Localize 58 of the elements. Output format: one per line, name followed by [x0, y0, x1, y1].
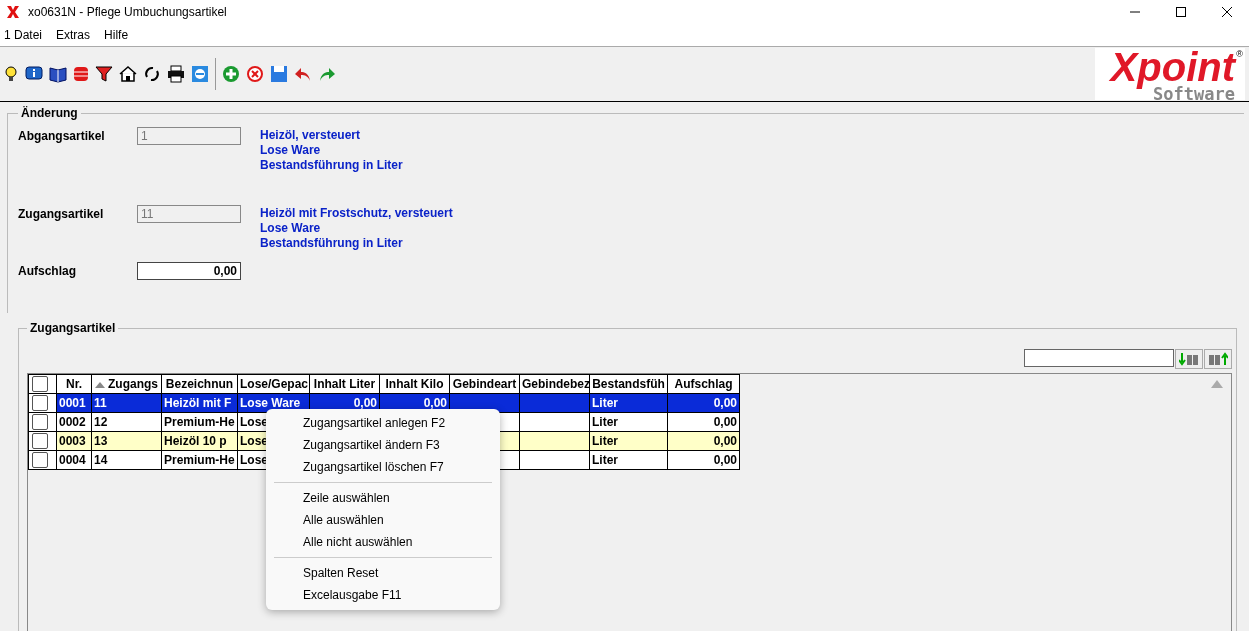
checkbox[interactable] [32, 452, 48, 468]
redo-icon[interactable] [318, 65, 336, 83]
column-header[interactable]: Gebindeart [449, 374, 520, 394]
info-icon[interactable] [25, 65, 43, 83]
menu-item[interactable]: Alle auswählen [266, 509, 500, 531]
group-title: Änderung [20, 106, 79, 120]
field-label: Aufschlag [18, 263, 77, 278]
menu-item[interactable]: Alle nicht auswählen [266, 531, 500, 553]
home-icon[interactable] [119, 65, 137, 83]
company-logo: Xpoint® Software [1095, 48, 1245, 100]
info-text: Heizöl, versteuert [260, 128, 362, 143]
checkbox[interactable] [32, 433, 48, 449]
menu-item[interactable]: Excelausgabe F11 [266, 584, 500, 606]
checkbox[interactable] [32, 376, 48, 392]
close-icon[interactable] [1221, 6, 1233, 18]
book-icon[interactable] [49, 65, 67, 83]
column-header[interactable]: Zugangs [91, 374, 162, 394]
delete-icon[interactable] [246, 65, 264, 83]
info-text: Lose Ware [260, 221, 322, 236]
save-icon[interactable] [270, 65, 288, 83]
column-header[interactable]: Lose/Gepac [237, 374, 310, 394]
group-title: Zugangsartikel [29, 321, 117, 335]
column-header[interactable]: Bestandsfüh [589, 374, 668, 394]
search-down-button[interactable] [1175, 349, 1203, 369]
table-row[interactable]: 0001 11 Heizöl mit F Lose Ware 0,00 0,00 Liter 0,00 [28, 393, 740, 413]
checkbox[interactable] [32, 414, 48, 430]
info-text: Lose Ware [260, 143, 322, 158]
info-text: Bestandsführung in Liter [260, 236, 404, 251]
menu-item[interactable]: Hilfe [104, 28, 129, 42]
filter-icon[interactable] [95, 65, 113, 83]
info-text: Bestandsführung in Liter [260, 158, 403, 173]
column-header[interactable]: Inhalt Liter [309, 374, 380, 394]
checkbox[interactable] [32, 395, 48, 411]
add-icon[interactable] [222, 65, 240, 83]
column-header[interactable]: Inhalt Kilo [379, 374, 450, 394]
search-field[interactable] [1024, 349, 1174, 367]
column-header[interactable]: Nr. [56, 374, 92, 394]
print-icon[interactable] [167, 65, 185, 83]
menu-item[interactable]: Extras [56, 28, 91, 42]
lightbulb-icon[interactable] [3, 65, 19, 83]
sort-up-icon [95, 382, 105, 388]
input-field[interactable]: 11 [137, 205, 241, 223]
column-header[interactable]: Aufschlag [667, 374, 740, 394]
field-label: Zugangsartikel [18, 206, 105, 221]
input-field[interactable]: 1 [137, 127, 241, 145]
menu-item[interactable]: Spalten Reset [266, 562, 500, 584]
menu-item[interactable]: Zeile auswählen [266, 487, 500, 509]
field-label: Abgangsartikel [18, 128, 106, 143]
app-x-icon [6, 5, 20, 19]
column-header[interactable]: Bezeichnun [161, 374, 238, 394]
input-field[interactable]: 0,00 [137, 262, 241, 280]
search-up-button[interactable] [1204, 349, 1232, 369]
refresh-icon[interactable] [143, 65, 161, 83]
maximize-icon[interactable] [1175, 6, 1187, 18]
info-text: Heizöl mit Frostschutz, versteuert [260, 206, 453, 221]
window-title: xo0631N - Pflege Umbuchungsartikel [28, 5, 228, 19]
database-icon[interactable] [73, 65, 89, 83]
menu-item[interactable]: 1 Datei [4, 28, 43, 42]
